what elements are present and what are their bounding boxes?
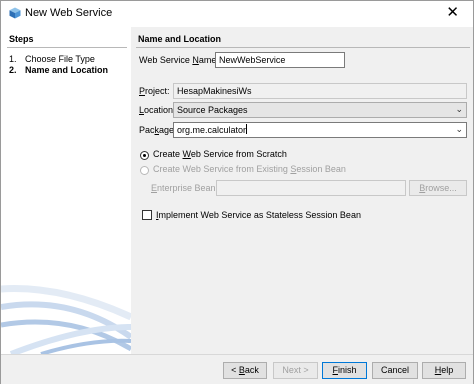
- chevron-down-icon[interactable]: ⌄: [455, 123, 463, 135]
- project-label: Project:: [139, 86, 170, 96]
- wizard-swoosh-graphic: [1, 285, 131, 354]
- help-button[interactable]: Help: [422, 362, 466, 379]
- location-label: Location:: [139, 105, 176, 115]
- radio-existing-label[interactable]: Create Web Service from Existing Session…: [153, 164, 346, 174]
- back-button[interactable]: < Back: [223, 362, 267, 379]
- enterprise-bean-field: [216, 180, 406, 196]
- package-combo-input[interactable]: org.me.calculator ⌄: [173, 122, 467, 138]
- netbeans-cube-icon: [9, 7, 21, 19]
- cancel-button[interactable]: Cancel: [372, 362, 418, 379]
- text-caret: [246, 124, 248, 134]
- step-choose-file-type: 1. Choose File Type: [9, 54, 95, 64]
- radio-scratch[interactable]: [140, 151, 149, 160]
- browse-button[interactable]: Browse...: [409, 180, 467, 196]
- web-service-name-label: Web Service Name:: [139, 55, 219, 65]
- package-label: Package:: [139, 125, 177, 135]
- finish-button[interactable]: Finish: [322, 362, 367, 379]
- steps-panel: Steps 1. Choose File Type 2. Name and Loca…: [1, 27, 131, 354]
- web-service-name-input[interactable]: NewWebService: [215, 52, 345, 68]
- stateless-session-bean-checkbox[interactable]: [142, 210, 152, 220]
- project-field: HesapMakinesiWs: [173, 83, 467, 99]
- content-panel: Name and Location Web Service Name: NewW…: [132, 27, 473, 354]
- radio-existing-session-bean[interactable]: [140, 166, 149, 175]
- panel-heading: Name and Location: [138, 34, 222, 44]
- window-title: New Web Service: [25, 7, 113, 19]
- close-icon[interactable]: ✕: [446, 4, 459, 22]
- step-name-and-location: 2. Name and Location: [9, 65, 109, 75]
- steps-divider: [7, 47, 127, 48]
- title-bar: New Web Service ✕: [1, 1, 473, 27]
- chevron-down-icon: ⌄: [455, 104, 463, 114]
- button-bar: < Back Next > Finish Cancel Help: [1, 354, 473, 384]
- radio-scratch-label[interactable]: Create Web Service from Scratch: [153, 149, 287, 159]
- dialog-window: New Web Service ✕ Steps 1. Choose File Ty…: [0, 0, 474, 384]
- next-button[interactable]: Next >: [273, 362, 318, 379]
- stateless-checkbox-label[interactable]: Implement Web Service as Stateless Sessi…: [156, 210, 361, 220]
- steps-heading: Steps: [9, 34, 34, 44]
- panel-divider: [136, 47, 470, 48]
- enterprise-bean-label: Enterprise Bean:: [151, 183, 219, 193]
- location-dropdown[interactable]: Source Packages ⌄: [173, 102, 467, 118]
